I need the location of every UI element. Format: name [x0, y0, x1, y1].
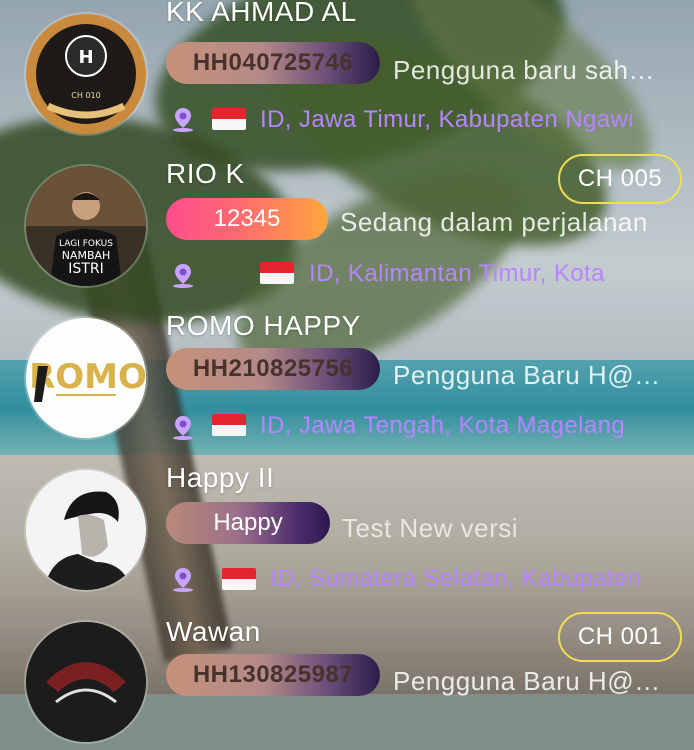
- indonesia-flag-icon: [260, 262, 294, 284]
- svg-text:H: H: [78, 47, 93, 68]
- user-location: ID, Jawa Tengah, Kota Magelang: [260, 412, 626, 439]
- user-list: H CH 010 KK AHMAD AL HH040725746 Penggun…: [0, 0, 694, 742]
- channel-badge[interactable]: CH 001: [558, 612, 682, 662]
- user-name: RIO K: [166, 158, 245, 189]
- indonesia-flag-icon: [212, 414, 246, 436]
- user-name: ROMO HAPPY: [166, 310, 361, 341]
- svg-text:ROMO: ROMO: [29, 357, 146, 397]
- location-pin-icon: [173, 568, 193, 592]
- user-name: Happy II: [166, 462, 275, 493]
- user-status: Pengguna Baru H@…: [393, 666, 661, 696]
- location-pin-icon: [173, 264, 193, 288]
- user-status: Sedang dalam perjalanan: [340, 207, 648, 237]
- user-id-badge: HH040725746: [166, 42, 380, 84]
- avatar[interactable]: [26, 470, 146, 590]
- location-pin-icon: [173, 108, 193, 132]
- user-name: Wawan: [166, 616, 261, 647]
- avatar[interactable]: H CH 010: [26, 14, 146, 134]
- avatar[interactable]: ROMO: [26, 318, 146, 438]
- user-id-badge: HH210825756: [166, 348, 380, 390]
- svg-text:LAGI FOKUS: LAGI FOKUS: [59, 239, 113, 249]
- avatar[interactable]: [26, 622, 146, 742]
- list-item[interactable]: Wawan CH 001 HH130825987 Pengguna Baru H…: [0, 598, 694, 750]
- user-location: ID, Kalimantan Timur, Kota: [309, 260, 605, 287]
- indonesia-flag-icon: [212, 108, 246, 130]
- list-item[interactable]: H CH 010 KK AHMAD AL HH040725746 Penggun…: [0, 0, 694, 142]
- svg-text:ISTRI: ISTRI: [68, 261, 103, 277]
- channel-badge[interactable]: CH 005: [558, 154, 682, 204]
- avatar[interactable]: LAGI FOKUS NAMBAH ISTRI: [26, 166, 146, 286]
- user-location: ID, Sumatera Selatan, Kabupaten: [270, 565, 642, 592]
- user-status: Test New versi: [342, 513, 519, 543]
- indonesia-flag-icon: [222, 568, 256, 590]
- list-item[interactable]: ROMO ROMO HAPPY HH210825756 Pengguna Bar…: [0, 294, 694, 446]
- user-id-badge: 12345: [166, 198, 328, 240]
- user-status: Pengguna baru sah…: [393, 55, 655, 85]
- svg-text:CH 010: CH 010: [71, 91, 100, 100]
- list-item[interactable]: Happy II Happy Test New versi ID, Sumate…: [0, 446, 694, 598]
- location-pin-icon: [173, 416, 193, 440]
- user-name: KK AHMAD AL: [166, 0, 357, 27]
- list-item[interactable]: LAGI FOKUS NAMBAH ISTRI RIO K CH 005 123…: [0, 142, 694, 294]
- user-status: Pengguna Baru H@…: [393, 360, 661, 390]
- user-location: ID, Jawa Timur, Kabupaten Ngawi: [260, 106, 634, 133]
- user-id-badge: Happy: [166, 502, 330, 544]
- user-id-badge: HH130825987: [166, 654, 380, 696]
